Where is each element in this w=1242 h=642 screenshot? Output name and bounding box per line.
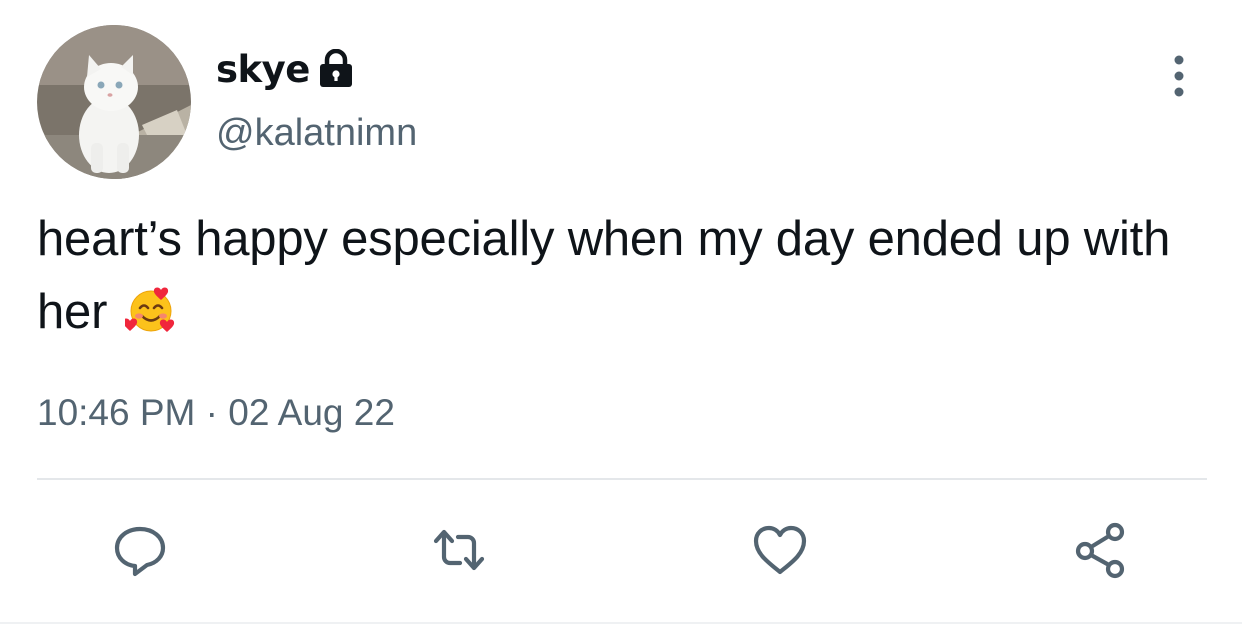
avatar[interactable] [37, 25, 191, 179]
author-handle[interactable]: @kalatnimn [216, 112, 417, 155]
share-icon [1075, 522, 1125, 579]
more-vertical-icon [1174, 55, 1184, 97]
tweet-timestamp[interactable]: 10:46 PM · 02 Aug 22 [37, 392, 395, 434]
heart-icon [753, 525, 807, 575]
share-button[interactable] [1066, 515, 1136, 585]
reply-icon [114, 526, 166, 577]
more-options-button[interactable] [1164, 52, 1194, 100]
author-name-row: skye [216, 44, 354, 94]
retweet-button[interactable] [424, 515, 494, 585]
like-button[interactable] [745, 515, 815, 585]
reply-button[interactable] [105, 515, 175, 585]
bottom-divider [0, 622, 1242, 624]
divider [37, 478, 1207, 480]
tweet-text-body: heart’s happy especially when my day end… [37, 212, 1171, 339]
white-cat-avatar-icon [37, 25, 191, 179]
author-display-name[interactable]: skye [216, 48, 310, 91]
lock-icon [318, 48, 354, 89]
retweet-icon [433, 529, 485, 571]
tweet-text: heart’s happy especially when my day end… [37, 203, 1207, 349]
smiling-face-with-hearts-icon [122, 284, 177, 336]
